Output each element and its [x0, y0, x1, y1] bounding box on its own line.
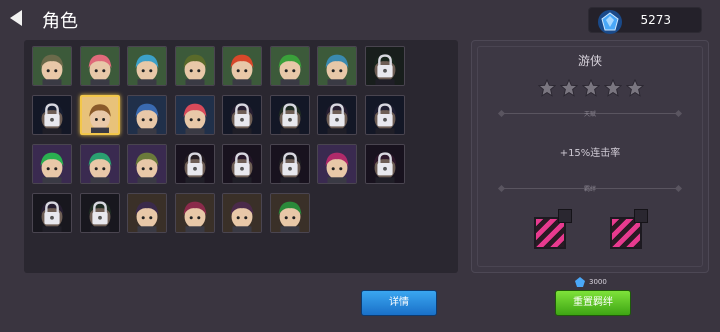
back-arrow-icon[interactable] [10, 10, 22, 26]
hero-portrait-image [270, 47, 309, 85]
star-rating [538, 79, 644, 99]
hero-portrait[interactable] [222, 46, 262, 86]
locked-portrait-image [270, 96, 309, 134]
detail-button[interactable]: 详情 [361, 290, 437, 316]
hero-portrait[interactable] [32, 144, 72, 184]
hero-roster-grid [24, 40, 458, 273]
locked-hero-slot[interactable] [269, 144, 310, 184]
hero-portrait[interactable] [127, 46, 167, 86]
locked-portrait-image [365, 145, 404, 183]
talent-label: 天赋 [583, 111, 596, 118]
star-icon [626, 79, 644, 97]
hero-portrait[interactable] [79, 144, 120, 184]
hero-portrait-image [175, 194, 214, 232]
hero-portrait-image [223, 47, 261, 85]
reset-cost: 3000 [575, 276, 635, 288]
locked-hero-slot[interactable] [222, 144, 262, 184]
locked-hero-slot[interactable] [364, 46, 405, 86]
locked-portrait-image [318, 96, 356, 134]
hero-portrait-image [175, 47, 214, 85]
hero-portrait-image [33, 145, 71, 183]
locked-portrait-image [223, 145, 261, 183]
hero-portrait[interactable] [174, 95, 215, 135]
hero-portrait-image [128, 145, 166, 183]
locked-hero-slot[interactable] [364, 144, 405, 184]
star-icon [604, 79, 622, 97]
locked-hero-slot[interactable] [269, 95, 310, 135]
hero-portrait-image [80, 47, 119, 85]
locked-portrait-image [33, 194, 71, 232]
locked-portrait-image [270, 145, 309, 183]
locked-hero-slot[interactable] [79, 193, 120, 233]
hero-portrait[interactable] [127, 144, 167, 184]
hero-portrait[interactable] [222, 193, 262, 233]
locked-portrait-image [80, 194, 119, 232]
locked-portrait-image [33, 96, 71, 134]
locked-portrait-image [223, 96, 261, 134]
bond-label: 羁绊 [583, 186, 596, 193]
hero-portrait[interactable] [79, 95, 120, 135]
hero-portrait-image [128, 194, 166, 232]
hero-portrait-image [223, 194, 261, 232]
hero-portrait[interactable] [79, 46, 120, 86]
reset-bond-button[interactable]: 重置羁绊 [555, 290, 631, 316]
page-title: 角色 [42, 11, 78, 32]
star-icon [560, 79, 578, 97]
locked-hero-slot[interactable] [32, 193, 72, 233]
reset-cost-value: 3000 [589, 278, 607, 286]
hero-portrait[interactable] [32, 46, 72, 86]
locked-hero-slot[interactable] [174, 144, 215, 184]
bond-checkbox[interactable] [634, 209, 648, 223]
blue-gem-icon [575, 277, 585, 287]
hero-portrait-image [128, 96, 166, 134]
talent-bonus-text: +15%连击率 [559, 148, 621, 159]
hero-portrait[interactable] [269, 46, 310, 86]
star-icon [538, 79, 556, 97]
top-bar: 角色 5273 [0, 0, 720, 38]
bond-slot-2[interactable] [610, 209, 650, 249]
blue-gem-icon [598, 10, 622, 34]
hero-portrait-image [81, 97, 118, 133]
locked-portrait-image [175, 145, 214, 183]
hero-portrait[interactable] [317, 46, 357, 86]
locked-hero-slot[interactable] [364, 95, 405, 135]
hero-portrait-image [128, 47, 166, 85]
hero-portrait[interactable] [127, 193, 167, 233]
hero-class-name: 游侠 [577, 54, 602, 68]
hero-portrait[interactable] [127, 95, 167, 135]
currency-value: 5273 [640, 13, 671, 27]
locked-hero-slot[interactable] [317, 95, 357, 135]
hero-portrait-image [175, 96, 214, 134]
hero-detail-panel: 游侠 天赋 +15%连击率 羁绊 [471, 40, 709, 273]
locked-hero-slot[interactable] [222, 95, 262, 135]
hero-portrait[interactable] [317, 144, 357, 184]
locked-hero-slot[interactable] [32, 95, 72, 135]
currency-display: 5273 [588, 7, 702, 34]
star-icon [582, 79, 600, 97]
hero-portrait[interactable] [174, 193, 215, 233]
hero-portrait[interactable] [269, 193, 310, 233]
hero-portrait-image [318, 47, 356, 85]
hero-portrait-image [80, 145, 119, 183]
bond-checkbox[interactable] [558, 209, 572, 223]
locked-portrait-image [365, 47, 404, 85]
locked-portrait-image [365, 96, 404, 134]
hero-portrait-image [318, 145, 356, 183]
hero-portrait-image [33, 47, 71, 85]
bond-slot-1[interactable] [534, 209, 574, 249]
hero-portrait[interactable] [174, 46, 215, 86]
hero-portrait-image [270, 194, 309, 232]
